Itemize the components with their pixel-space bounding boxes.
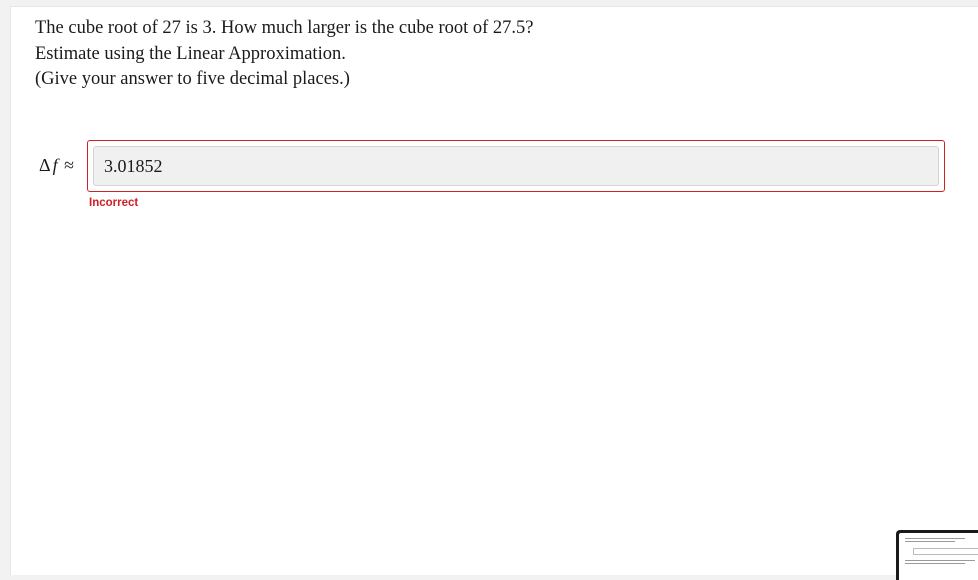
approx-symbol: ≈ <box>64 155 74 175</box>
question-text: The cube root of 27 is 3. How much large… <box>35 16 534 93</box>
answer-row: Δf ≈ <box>39 140 949 192</box>
preview-thumbnail-content <box>899 533 978 580</box>
question-page: The cube root of 27 is 3. How much large… <box>10 6 978 575</box>
answer-input[interactable] <box>93 146 939 186</box>
question-line-3: (Give your answer to five decimal places… <box>35 69 350 89</box>
function-variable: f <box>52 155 58 175</box>
answer-field-frame <box>87 140 945 192</box>
preview-thumbnail[interactable] <box>896 530 978 580</box>
question-line-1: The cube root of 27 is 3. How much large… <box>35 18 534 38</box>
feedback-incorrect: Incorrect <box>89 197 139 209</box>
delta-symbol: Δ <box>39 155 51 175</box>
answer-label: Δf ≈ <box>39 155 74 176</box>
question-line-2: Estimate using the Linear Approximation. <box>35 43 346 64</box>
